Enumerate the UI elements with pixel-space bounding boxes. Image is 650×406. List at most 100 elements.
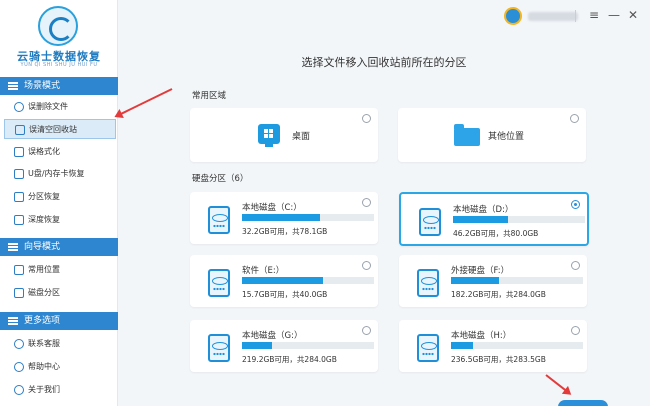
usb-icon [14,169,24,179]
divider [575,10,576,22]
hard-disk-icon [208,334,230,362]
partition-card[interactable]: 本地磁盘（C:） 32.2GB可用，共78.1GB [190,192,378,244]
partition-capacity: 32.2GB可用，共78.1GB [242,227,328,236]
partition-capacity: 15.7GB可用，共40.0GB [242,290,328,299]
list-icon [8,243,18,251]
radio-button[interactable] [571,261,580,270]
annotation-arrow [545,374,571,395]
partition-card[interactable]: 软件（E:） 15.7GB可用，共40.0GB [190,255,378,307]
sidebar-item-partition-recovery[interactable]: 分区恢复 [4,187,116,207]
partition-name: 本地磁盘（H:） [451,331,512,341]
disk-icon [14,288,24,298]
list-icon [8,82,18,90]
sidebar: 云骑士数据恢复 YUN QI SHI SHU JU HUI FU 场景模式 误删… [0,0,118,406]
section-title: 场景模式 [24,81,61,91]
sidebar-item-label: 误格式化 [28,147,60,156]
radio-button[interactable] [571,200,580,209]
hard-disk-icon [417,334,439,362]
radio-button[interactable] [571,326,580,335]
usage-bar [242,342,374,349]
partition-capacity: 46.2GB可用，共80.0GB [453,229,539,238]
location-icon [14,265,24,275]
usage-bar-fill [242,342,273,349]
hard-disk-icon [419,208,441,236]
sidebar-item-label: 关于我们 [28,385,60,394]
partition-icon [14,192,24,202]
sidebar-item-deep-recovery[interactable]: 深度恢复 [4,210,116,230]
partition-card[interactable]: 本地磁盘（G:） 219.2GB可用，共284.0GB [190,320,378,372]
usage-bar-fill [451,342,474,349]
sidebar-item-formatted[interactable]: 误格式化 [4,142,116,162]
common-area-desktop[interactable]: 桌面 [190,108,378,162]
menu-icon[interactable]: ≡ [587,8,601,22]
partition-capacity: 236.5GB可用，共283.5GB [451,355,546,364]
info-icon [14,385,24,395]
sidebar-item-common-locations[interactable]: 常用位置 [4,260,116,280]
section-more-options[interactable]: 更多选项 [0,312,118,330]
sidebar-item-label: U盘/内存卡恢复 [28,169,85,178]
sidebar-item-label: 误清空回收站 [29,125,77,134]
partition-name: 软件（E:） [242,266,285,276]
common-area-title: 常用区域 [192,91,227,101]
usage-bar-fill [453,216,509,223]
sidebar-item-label: 分区恢复 [28,192,60,201]
list-icon [8,317,18,325]
sidebar-item-usb-card[interactable]: U盘/内存卡恢复 [4,164,116,184]
page-title: 选择文件移入回收站前所在的分区 [301,56,467,69]
user-avatar-icon[interactable] [504,7,522,25]
usage-bar [451,277,583,284]
partition-name: 本地磁盘（G:） [242,331,303,341]
radio-button[interactable] [362,326,371,335]
usage-bar-fill [242,214,320,221]
app-name-pinyin: YUN QI SHI SHU JU HUI FU [20,62,98,68]
sidebar-item-about-us[interactable]: 关于我们 [4,380,116,400]
windows-desktop-icon [258,124,280,147]
common-area-other-location[interactable]: 其他位置 [398,108,586,162]
usage-bar [242,214,374,221]
sidebar-item-contact-service[interactable]: 联系客服 [4,334,116,354]
service-icon [14,339,24,349]
format-icon [14,147,24,157]
sidebar-item-disk-partitions[interactable]: 磁盘分区 [4,283,116,303]
common-area-label: 其他位置 [488,132,525,142]
radio-button[interactable] [362,261,371,270]
deep-scan-icon [14,215,24,225]
partition-name: 本地磁盘（C:） [242,203,302,213]
help-icon [14,362,24,372]
section-scene-mode[interactable]: 场景模式 [0,77,118,95]
partition-card[interactable]: 外接硬盘（F:） 182.2GB可用，共284.0GB [399,255,587,307]
section-guide-mode[interactable]: 向导模式 [0,238,118,256]
radio-button[interactable] [362,114,371,123]
minimize-icon[interactable]: — [607,8,621,22]
radio-button[interactable] [570,114,579,123]
usage-bar [242,277,374,284]
usage-bar-fill [451,277,499,284]
radio-button[interactable] [362,198,371,207]
sidebar-item-label: 帮助中心 [28,362,60,371]
hard-disk-icon [208,206,230,234]
sidebar-item-deleted-files[interactable]: 误删除文件 [4,97,116,117]
sidebar-item-emptied-recycle-bin[interactable]: 误清空回收站 [4,119,116,139]
title-bar: ≡ — ✕ [118,0,650,34]
sidebar-item-label: 误删除文件 [28,102,68,111]
next-button[interactable] [558,400,608,406]
app-logo: 云骑士数据恢复 YUN QI SHI SHU JU HUI FU [0,0,118,74]
sidebar-item-label: 磁盘分区 [28,288,60,297]
sidebar-item-label: 联系客服 [28,339,60,348]
close-icon[interactable]: ✕ [626,8,640,22]
partition-name: 本地磁盘（D:） [453,205,514,215]
common-area-label: 桌面 [292,132,311,142]
sidebar-item-label: 深度恢复 [28,215,60,224]
user-name-redacted[interactable] [528,12,578,21]
section-title: 向导模式 [24,242,61,252]
partition-card[interactable]: 本地磁盘（H:） 236.5GB可用，共283.5GB [399,320,587,372]
usage-bar [453,216,585,223]
sidebar-item-help-center[interactable]: 帮助中心 [4,357,116,377]
annotation-arrow [115,88,173,118]
usage-bar [451,342,583,349]
partition-card[interactable]: 本地磁盘（D:） 46.2GB可用，共80.0GB [399,192,589,246]
logo-icon [38,6,78,46]
app-window: 云骑士数据恢复 YUN QI SHI SHU JU HUI FU 场景模式 误删… [0,0,650,406]
hard-disk-icon [208,269,230,297]
recycle-bin-icon [15,125,25,135]
